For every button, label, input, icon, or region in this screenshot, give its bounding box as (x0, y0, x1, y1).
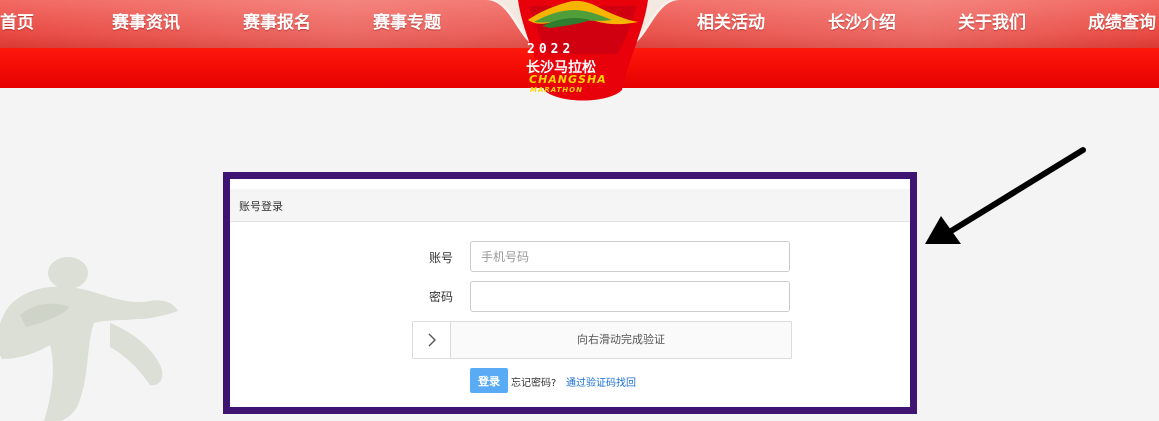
nav-item-news[interactable]: 赛事资讯 (112, 9, 180, 37)
password-label: 密码 (429, 290, 454, 304)
login-panel: 账号登录 账号 密码 向右滑动完成验证 登录 忘记密码? 通过验证码找回 (223, 172, 917, 414)
logo-subtitle-en: MARATHON (530, 86, 583, 94)
slide-verify-handle[interactable] (413, 322, 451, 358)
runner-silhouette-icon (0, 257, 178, 421)
annotation-arrow-icon (925, 147, 1086, 244)
login-button[interactable]: 登录 (470, 368, 508, 393)
password-input[interactable] (470, 281, 790, 312)
logo-year: 2022 (527, 42, 575, 57)
forgot-password-text: 忘记密码? (511, 378, 557, 389)
nav-item-results[interactable]: 成绩查询 (1088, 9, 1156, 37)
account-label: 账号 (429, 251, 454, 265)
login-panel-header: 账号登录 (230, 189, 910, 222)
nav-item-home[interactable]: 首页 (0, 9, 34, 37)
login-panel-title: 账号登录 (239, 200, 283, 213)
nav-item-changsha[interactable]: 长沙介绍 (828, 9, 896, 37)
logo-name-en: CHANGSHA (529, 73, 607, 86)
marathon-logo[interactable]: 2022 长沙马拉松 CHANGSHA MARATHON (478, 0, 688, 108)
logo-emblem-icon (486, 0, 680, 101)
reset-by-code-link[interactable]: 通过验证码找回 (566, 374, 636, 389)
chevron-right-icon (428, 333, 436, 347)
nav-item-about[interactable]: 关于我们 (958, 9, 1026, 37)
account-input[interactable] (470, 241, 790, 272)
slide-verify-track: 向右滑动完成验证 (412, 321, 792, 359)
nav-item-register[interactable]: 赛事报名 (243, 9, 311, 37)
nav-item-topics[interactable]: 赛事专题 (373, 9, 441, 37)
slide-verify-text: 向右滑动完成验证 (577, 333, 665, 346)
nav-item-activities[interactable]: 相关活动 (697, 9, 765, 37)
